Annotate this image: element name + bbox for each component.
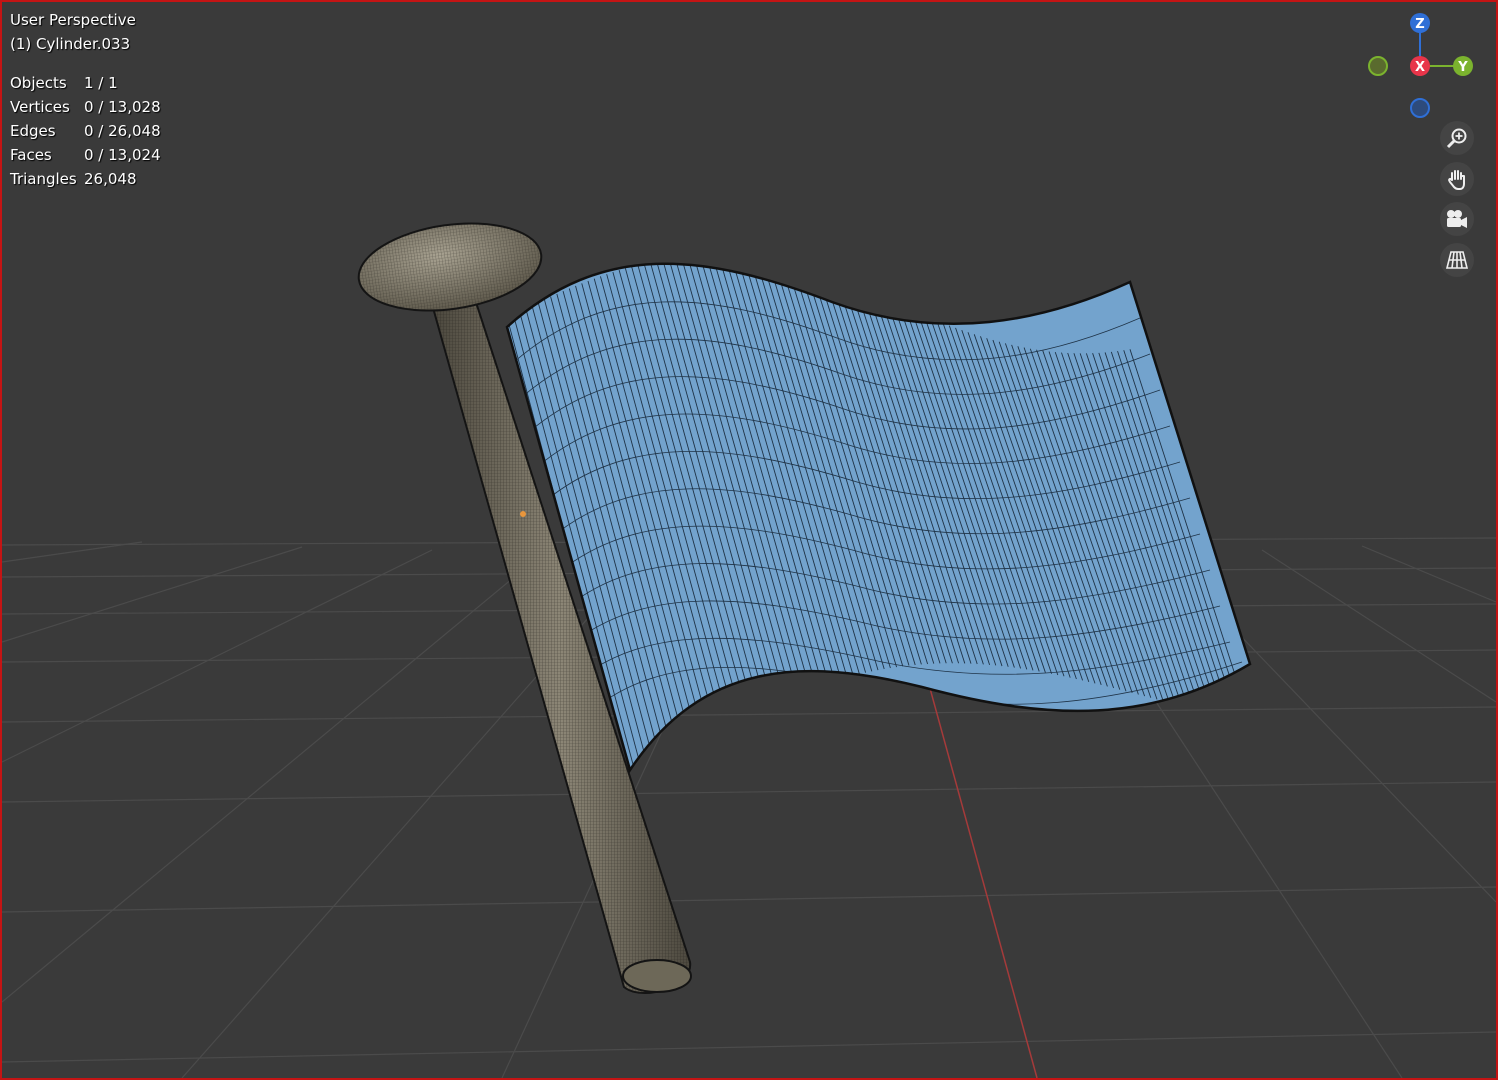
stat-label: Triangles — [10, 170, 77, 188]
svg-text:Z: Z — [1415, 17, 1424, 32]
scene-canvas[interactable] — [2, 2, 1496, 1078]
stat-label: Edges — [10, 122, 56, 140]
view-mode-label: User Perspective — [10, 11, 136, 29]
stat-value: 1 / 1 — [84, 74, 118, 92]
3d-viewport[interactable]: User Perspective (1) Cylinder.033 Object… — [0, 0, 1498, 1080]
active-object-label: (1) Cylinder.033 — [10, 35, 131, 53]
stat-row-edges: Edges 0 / 26,048 — [10, 119, 161, 143]
svg-text:X: X — [1415, 60, 1425, 75]
object-origin-dot — [520, 511, 526, 517]
viewport-info: User Perspective (1) Cylinder.033 — [10, 8, 136, 56]
perspective-toggle-button[interactable] — [1440, 243, 1474, 277]
pole-cap-mesh[interactable] — [353, 213, 547, 322]
svg-text:Y: Y — [1457, 60, 1468, 75]
stat-label: Objects — [10, 74, 67, 92]
stat-value: 26,048 — [84, 170, 137, 188]
gizmo-x-handle[interactable]: X — [1410, 56, 1430, 76]
gizmo-neg-z-handle[interactable] — [1410, 98, 1430, 118]
stat-row-faces: Faces 0 / 13,024 — [10, 143, 161, 167]
navigation-gizmo[interactable]: Z X Y — [1362, 10, 1482, 120]
gizmo-z-handle[interactable]: Z — [1410, 13, 1430, 33]
stat-label: Vertices — [10, 98, 70, 116]
hand-pan-icon — [1448, 170, 1465, 190]
pan-button[interactable] — [1440, 162, 1474, 196]
stat-value: 0 / 13,024 — [84, 146, 161, 164]
stat-row-triangles: Triangles 26,048 — [10, 167, 161, 191]
stat-value: 0 / 13,028 — [84, 98, 161, 116]
stat-value: 0 / 26,048 — [84, 122, 161, 140]
stat-row-objects: Objects 1 / 1 — [10, 71, 161, 95]
stat-label: Faces — [10, 146, 52, 164]
camera-icon — [1447, 210, 1467, 228]
grid-perspective-icon — [1445, 251, 1469, 269]
scene-statistics: Objects 1 / 1 Vertices 0 / 13,028 Edges … — [10, 71, 161, 191]
camera-view-button[interactable] — [1440, 202, 1474, 236]
stat-row-vertices: Vertices 0 / 13,028 — [10, 95, 161, 119]
gizmo-neg-y-handle[interactable] — [1368, 56, 1388, 76]
zoom-button[interactable] — [1440, 121, 1474, 155]
zoom-icon — [1446, 128, 1467, 149]
gizmo-y-handle[interactable]: Y — [1453, 56, 1473, 76]
